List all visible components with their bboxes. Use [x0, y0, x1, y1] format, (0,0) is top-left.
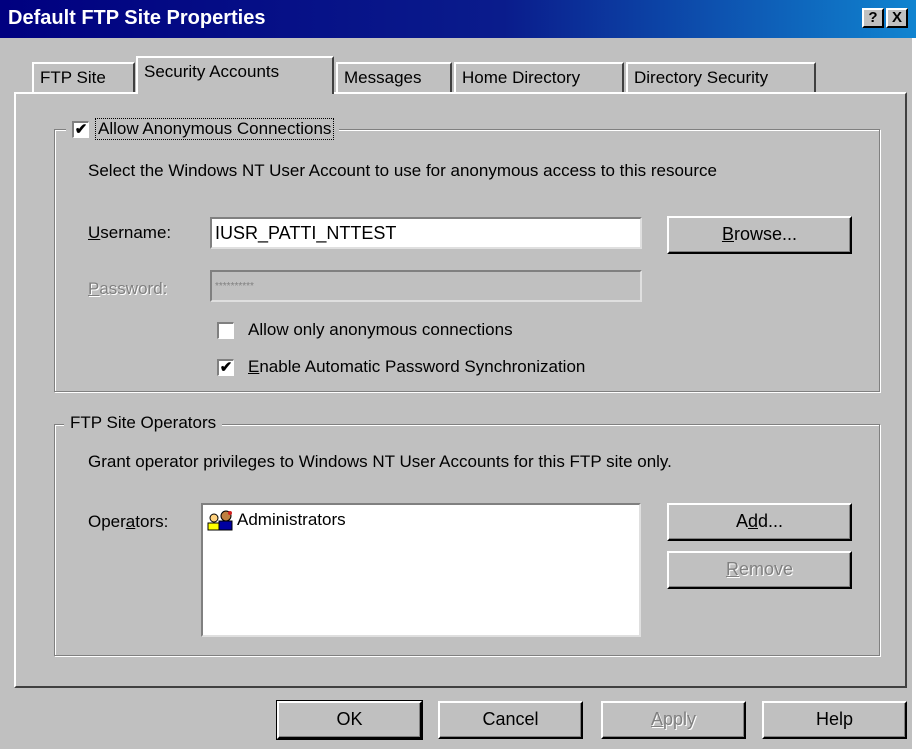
cancel-button[interactable]: Cancel [438, 701, 583, 739]
close-button[interactable]: X [886, 8, 908, 28]
tab-label: Messages [344, 68, 422, 87]
allow-anonymous-checkbox-row[interactable]: ✔ Allow Anonymous Connections [66, 117, 340, 141]
password-input[interactable] [210, 270, 642, 302]
user-group-icon [207, 509, 235, 531]
allow-only-anonymous-label: Allow only anonymous connections [248, 320, 513, 339]
close-icon: X [891, 9, 902, 26]
apply-button[interactable]: Apply [601, 701, 746, 739]
ok-button[interactable]: OK [276, 700, 423, 740]
tab-label: Security Accounts [144, 62, 280, 81]
tab-ftp-site[interactable]: FTP Site [32, 62, 135, 92]
tab-label: Directory Security [634, 68, 769, 87]
operators-group-title: FTP Site Operators [64, 413, 223, 433]
title-bar[interactable]: Default FTP Site Properties ? X [0, 0, 916, 38]
remove-operator-button[interactable]: Remove [667, 551, 852, 589]
list-item[interactable]: Administrators [207, 509, 346, 531]
tab-home-directory[interactable]: Home Directory [454, 62, 624, 92]
tab-security-accounts[interactable]: Security Accounts [136, 56, 334, 94]
password-label: Password: [88, 279, 168, 298]
tab-directory-security[interactable]: Directory Security [626, 62, 816, 92]
question-mark-icon: ? [868, 9, 878, 26]
operators-label: Operators: [88, 512, 169, 531]
help-button[interactable]: Help [762, 701, 907, 739]
window-edge [912, 38, 916, 749]
allow-anonymous-checkbox[interactable]: ✔ [72, 120, 89, 138]
window-title: Default FTP Site Properties [8, 7, 266, 29]
username-input[interactable] [210, 217, 642, 249]
browse-button[interactable]: Browse... [667, 216, 852, 254]
tab-label: Home Directory [462, 68, 581, 87]
allow-anonymous-label: Allow Anonymous Connections [94, 118, 335, 140]
allow-only-anonymous-checkbox[interactable] [217, 321, 234, 339]
tab-label: FTP Site [40, 68, 106, 87]
operators-list[interactable]: Administrators [201, 503, 641, 637]
help-caption-button[interactable]: ? [862, 8, 884, 28]
username-label: Username: [88, 223, 172, 242]
anonymous-description: Select the Windows NT User Account to us… [88, 161, 717, 180]
allow-only-anonymous-row[interactable]: Allow only anonymous connections [217, 320, 513, 340]
tab-messages[interactable]: Messages [336, 62, 452, 92]
password-sync-row[interactable]: ✔ Enable Automatic Password Synchronizat… [217, 357, 585, 377]
add-operator-button[interactable]: Add... [667, 503, 852, 541]
password-sync-label: Enable Automatic Password Synchronizatio… [248, 357, 586, 376]
operator-name: Administrators [237, 510, 346, 529]
operators-description: Grant operator privileges to Windows NT … [88, 452, 672, 471]
password-sync-checkbox[interactable]: ✔ [217, 358, 234, 376]
